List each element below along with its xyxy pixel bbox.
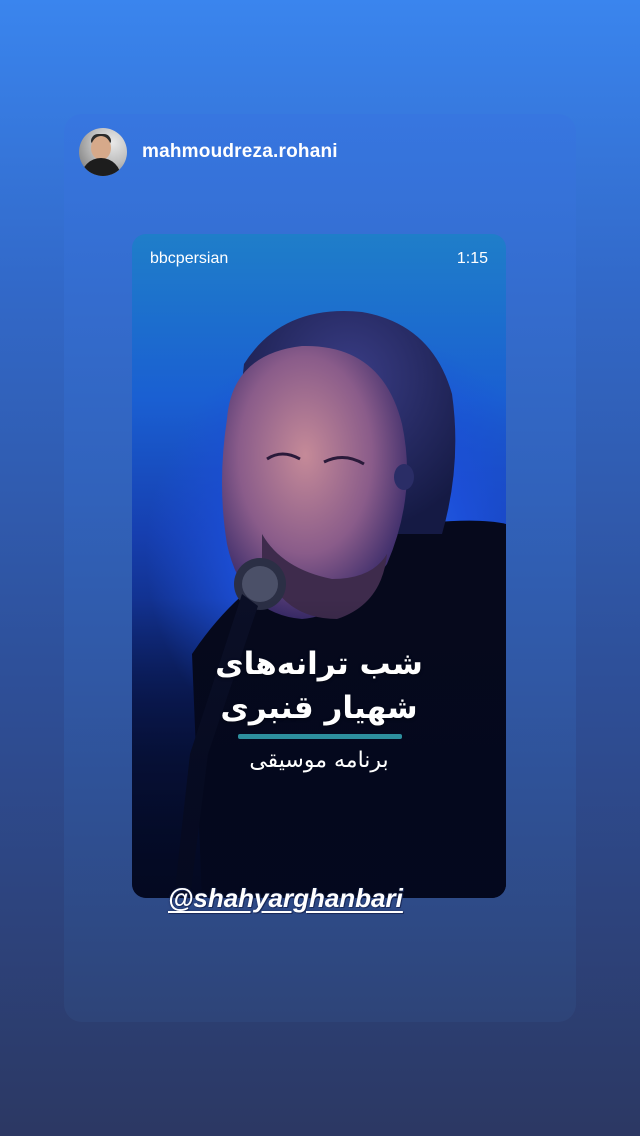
reel-duration: 1:15 xyxy=(456,250,488,267)
username[interactable]: mahmoudreza.rohani xyxy=(142,141,338,163)
reel-source[interactable]: bbcpersian xyxy=(150,250,228,268)
reel-title-line-1: شب ترانه‌های xyxy=(215,646,423,682)
story-header: mahmoudreza.rohani xyxy=(79,128,338,176)
shared-reel[interactable]: bbcpersian 1:15 شب ترانه‌های شهیار قنبری… xyxy=(132,234,506,898)
mention-sticker[interactable]: @shahyarghanbari xyxy=(168,880,403,916)
avatar[interactable] xyxy=(79,128,127,176)
reel-title-line-2: شهیار قنبری xyxy=(220,690,418,726)
title-divider xyxy=(238,734,402,739)
reel-subtitle: برنامه موسیقی xyxy=(249,748,389,773)
